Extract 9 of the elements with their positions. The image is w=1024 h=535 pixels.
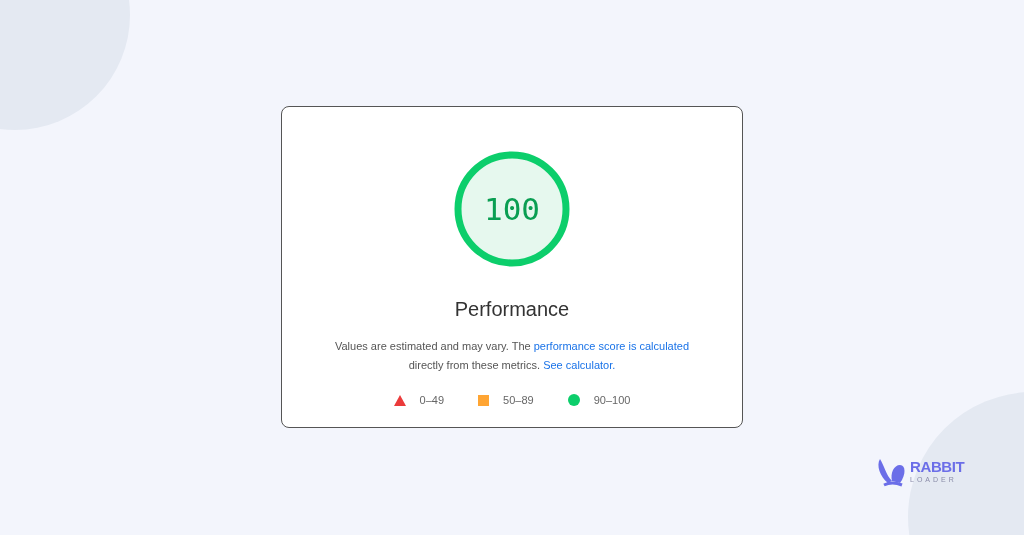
score-value: 100 [484, 189, 540, 229]
description-text: Values are estimated and may vary. The performance score is calculated directly from these metrics. See calculator. [334, 339, 690, 373]
legend-label: 50–89 [503, 393, 534, 408]
legend-label: 90–100 [593, 393, 631, 408]
description-link[interactable]: performance score is calculated [533, 340, 689, 352]
logo-name: RABBIT [910, 458, 965, 474]
legend-label: 0–49 [419, 393, 445, 408]
description-link[interactable]: See calculator. [543, 359, 616, 371]
category-title: Performance [454, 297, 570, 322]
